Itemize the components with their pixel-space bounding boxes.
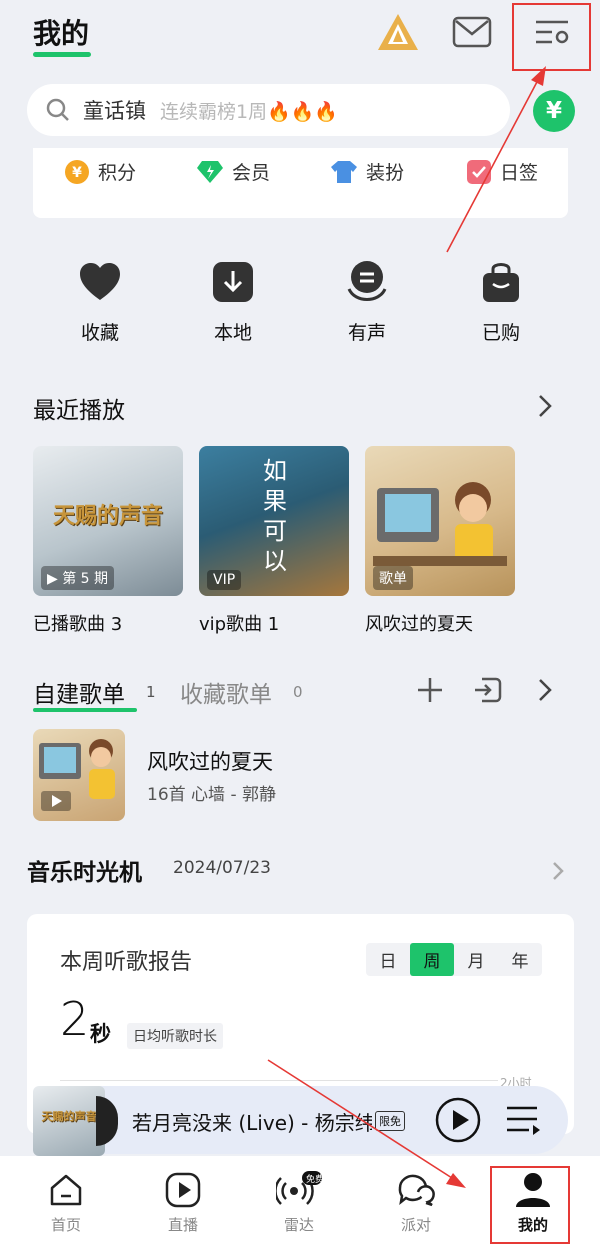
cover-text: 天赐的声音: [52, 504, 163, 529]
recent-caption: 风吹过的夏天: [365, 614, 473, 635]
quick-label: 装扮: [366, 162, 405, 184]
cover-illustration: [39, 739, 115, 811]
shortcut-purchased[interactable]: 已购: [461, 258, 541, 345]
radar-free-badge: 免费: [306, 1175, 325, 1185]
page-title: 我的: [33, 17, 90, 50]
time-machine-title: 音乐时光机: [27, 860, 142, 886]
quick-label: 日签: [500, 162, 539, 184]
player-cover[interactable]: 天赐的声音: [33, 1086, 105, 1156]
playlist-queue-button[interactable]: [505, 1103, 541, 1141]
nav-label: 直播: [167, 1216, 198, 1234]
cover-text: 天赐的声音: [41, 1110, 97, 1123]
shortcut-label: 收藏: [80, 322, 119, 344]
chevron-right-icon[interactable]: [535, 675, 555, 705]
quick-vip[interactable]: 会员: [196, 158, 270, 185]
segment-day[interactable]: 日: [366, 943, 410, 976]
search-bar[interactable]: 童话镇 连续霸榜1周🔥🔥🔥: [27, 84, 510, 136]
tab-fav-count: 0: [293, 683, 303, 701]
shortcut-label: 已购: [481, 322, 520, 344]
nav-radar[interactable]: 免费 雷达: [264, 1170, 334, 1235]
shortcut-favorites[interactable]: 收藏: [60, 258, 140, 345]
report-title: 本周听歌报告: [60, 950, 193, 975]
cover-image: 如果可以 VIP: [199, 446, 349, 596]
vip-diamond-icon: [196, 159, 224, 185]
cover-image: 天赐的声音 ▶ 第 5 期: [33, 446, 183, 596]
segment-month[interactable]: 月: [454, 943, 498, 976]
recent-item[interactable]: 歌单 风吹过的夏天: [365, 446, 515, 636]
quick-points[interactable]: ¥ 积分: [64, 158, 136, 185]
nav-label: 雷达: [283, 1216, 314, 1234]
heart-icon: [60, 258, 140, 306]
time-machine-date: 2024/07/23: [173, 858, 271, 878]
nav-label: 首页: [50, 1216, 81, 1234]
tab-active-underline: [33, 708, 137, 712]
search-hint: 连续霸榜1周🔥🔥🔥: [160, 100, 339, 123]
player-song-title: 若月亮没来 (Live) - 杨宗纬: [132, 1111, 372, 1135]
recent-caption: vip歌曲 1: [199, 614, 280, 635]
segment-week[interactable]: 周: [410, 943, 454, 976]
search-icon: [46, 98, 69, 121]
quick-label: 会员: [232, 162, 271, 184]
queue-icon: [507, 1106, 540, 1135]
nav-party[interactable]: 派对: [381, 1170, 451, 1235]
tab-own-count: 1: [146, 683, 156, 701]
checkin-icon: [466, 159, 492, 185]
playlist-cover[interactable]: [33, 729, 125, 821]
search-keyword: 童话镇: [83, 99, 146, 123]
title-underline: [33, 52, 91, 57]
import-icon[interactable]: [472, 675, 502, 709]
play-icon: [435, 1097, 481, 1143]
mail-icon[interactable]: [446, 8, 498, 56]
recent-caption: 已播歌曲 3: [33, 614, 123, 635]
cover-text: 如果可以: [263, 457, 287, 575]
player-free-tag: 限免: [375, 1111, 405, 1131]
tab-fav-playlists[interactable]: 收藏歌单: [180, 675, 272, 709]
period-segmented-control: 日 周 月 年: [366, 943, 542, 976]
shortcut-label: 本地: [213, 322, 252, 344]
cover-badge: ▶ 第 5 期: [41, 566, 115, 590]
points-icon: ¥: [64, 159, 90, 185]
quick-dressup[interactable]: 装扮: [330, 158, 404, 185]
nav-label: 派对: [400, 1216, 431, 1234]
triangle-badge-icon[interactable]: [372, 8, 424, 56]
shortcut-label: 有声: [347, 322, 386, 344]
playlist-meta: 16首 心墙 - 郭静: [147, 785, 276, 805]
listen-time-unit: 秒: [90, 1022, 111, 1046]
bag-icon: [461, 258, 541, 306]
coin-button[interactable]: ¥: [533, 90, 575, 132]
cover-badge: 歌单: [373, 566, 413, 590]
nav-mine-highlight-box: [490, 1166, 570, 1244]
party-chat-icon: [381, 1170, 451, 1210]
playlist-name[interactable]: 风吹过的夏天: [147, 746, 273, 776]
recent-item[interactable]: 如果可以 VIP vip歌曲 1: [199, 446, 349, 636]
listen-time-value: 2: [60, 992, 90, 1046]
settings-highlight-box: [512, 3, 591, 71]
home-icon: [31, 1170, 101, 1210]
live-play-icon: [148, 1170, 218, 1210]
quick-label: 积分: [98, 162, 137, 184]
svg-text:¥: ¥: [72, 165, 82, 181]
shortcut-local[interactable]: 本地: [193, 258, 273, 345]
nav-home[interactable]: 首页: [31, 1170, 101, 1235]
recent-item[interactable]: 天赐的声音 ▶ 第 5 期 已播歌曲 3: [33, 446, 183, 636]
chart-axis-line: [60, 1080, 498, 1081]
plus-icon[interactable]: [416, 676, 444, 708]
segment-year[interactable]: 年: [498, 943, 542, 976]
audiobook-icon: [327, 258, 407, 306]
recent-title: 最近播放: [33, 398, 125, 424]
download-icon: [193, 258, 273, 306]
play-button[interactable]: [434, 1096, 482, 1148]
chevron-right-icon[interactable]: [535, 391, 555, 421]
nav-live[interactable]: 直播: [148, 1170, 218, 1235]
cover-badge: VIP: [207, 570, 242, 590]
chevron-right-icon[interactable]: [548, 856, 568, 886]
avg-listen-tag: 日均听歌时长: [127, 1023, 223, 1049]
cover-image: 歌单: [365, 446, 515, 596]
shirt-icon: [330, 159, 358, 185]
quick-checkin[interactable]: 日签: [466, 158, 538, 185]
tab-own-playlists[interactable]: 自建歌单: [33, 675, 125, 709]
shortcut-audiobook[interactable]: 有声: [327, 258, 407, 345]
